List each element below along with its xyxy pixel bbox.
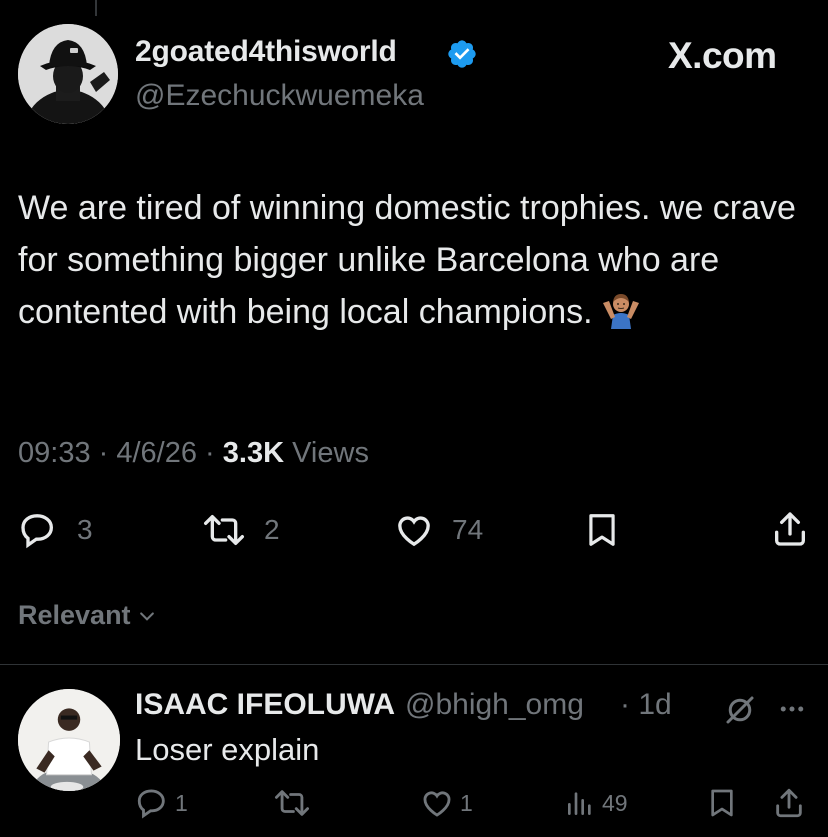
reply-like-button[interactable]: 1 — [420, 786, 473, 820]
reply-sort-dropdown[interactable]: Relevant — [18, 600, 157, 631]
reply-reply-count: 1 — [175, 789, 188, 816]
tweet-time[interactable]: 09:33 — [18, 437, 91, 469]
views-label: Views — [292, 437, 369, 469]
verified-badge-icon — [448, 40, 476, 68]
thread-line — [95, 0, 97, 16]
reply-views-count: 49 — [602, 789, 628, 816]
views-icon — [568, 792, 591, 815]
repost-count: 2 — [264, 514, 280, 545]
bookmark-icon — [589, 514, 615, 546]
chevron-down-icon — [139, 611, 154, 621]
tweet-meta: 09:33 · 4/6/26 · 3.3K Views — [18, 437, 369, 470]
share-icon — [775, 512, 805, 546]
reply-share-button[interactable] — [772, 786, 806, 820]
views-count: 3.3K — [222, 437, 285, 469]
share-button[interactable] — [770, 509, 810, 549]
reply-button[interactable]: 3 — [18, 510, 93, 550]
reply-author-handle[interactable]: @bhigh_omg — [405, 688, 584, 722]
reply-like-count: 1 — [460, 789, 473, 816]
author-avatar[interactable] — [18, 24, 118, 124]
sort-label: Relevant — [18, 600, 131, 630]
more-icon[interactable] — [775, 694, 809, 724]
reply-reply-button[interactable]: 1 — [135, 786, 188, 820]
reply-icon — [21, 514, 54, 549]
like-icon — [398, 516, 430, 547]
like-count: 74 — [452, 514, 484, 545]
divider — [0, 664, 828, 665]
like-icon — [423, 791, 451, 817]
share-icon — [776, 788, 802, 818]
reply-bookmark-button[interactable] — [706, 786, 738, 820]
author-handle[interactable]: @Ezechuckwuemeka — [135, 79, 424, 113]
reply-age: · 1d — [620, 688, 672, 721]
reply-header: ISAAC IFEOLUWA @bhigh_omg — [135, 688, 584, 722]
reply-views-button[interactable]: 49 — [564, 786, 628, 820]
reply-author-name[interactable]: ISAAC IFEOLUWA — [135, 688, 395, 722]
grok-icon[interactable] — [722, 692, 758, 728]
repost-icon — [274, 790, 309, 816]
bookmark-button[interactable] — [583, 510, 621, 550]
meta-separator: · — [90, 437, 117, 469]
tweet-date[interactable]: 4/6/26 — [116, 437, 197, 469]
reply-count: 3 — [77, 514, 93, 545]
reply-author-avatar[interactable] — [18, 689, 120, 791]
meta-separator: · — [197, 437, 223, 469]
reply-text: Loser explain — [135, 732, 320, 767]
bookmark-icon — [711, 789, 733, 817]
author-name[interactable]: 2goated4thisworld — [135, 35, 397, 69]
tweet-text-body: We are tired of winning domestic trophie… — [18, 189, 806, 331]
brand-label: X.com — [668, 35, 777, 76]
reply-repost-button[interactable] — [273, 786, 311, 820]
tweet-text: We are tired of winning domestic trophie… — [18, 182, 808, 338]
person-shrugging-emoji — [602, 294, 639, 329]
like-button[interactable]: 74 — [393, 510, 483, 550]
reply-icon — [137, 789, 165, 819]
repost-button[interactable]: 2 — [201, 510, 280, 550]
repost-icon — [204, 515, 244, 545]
